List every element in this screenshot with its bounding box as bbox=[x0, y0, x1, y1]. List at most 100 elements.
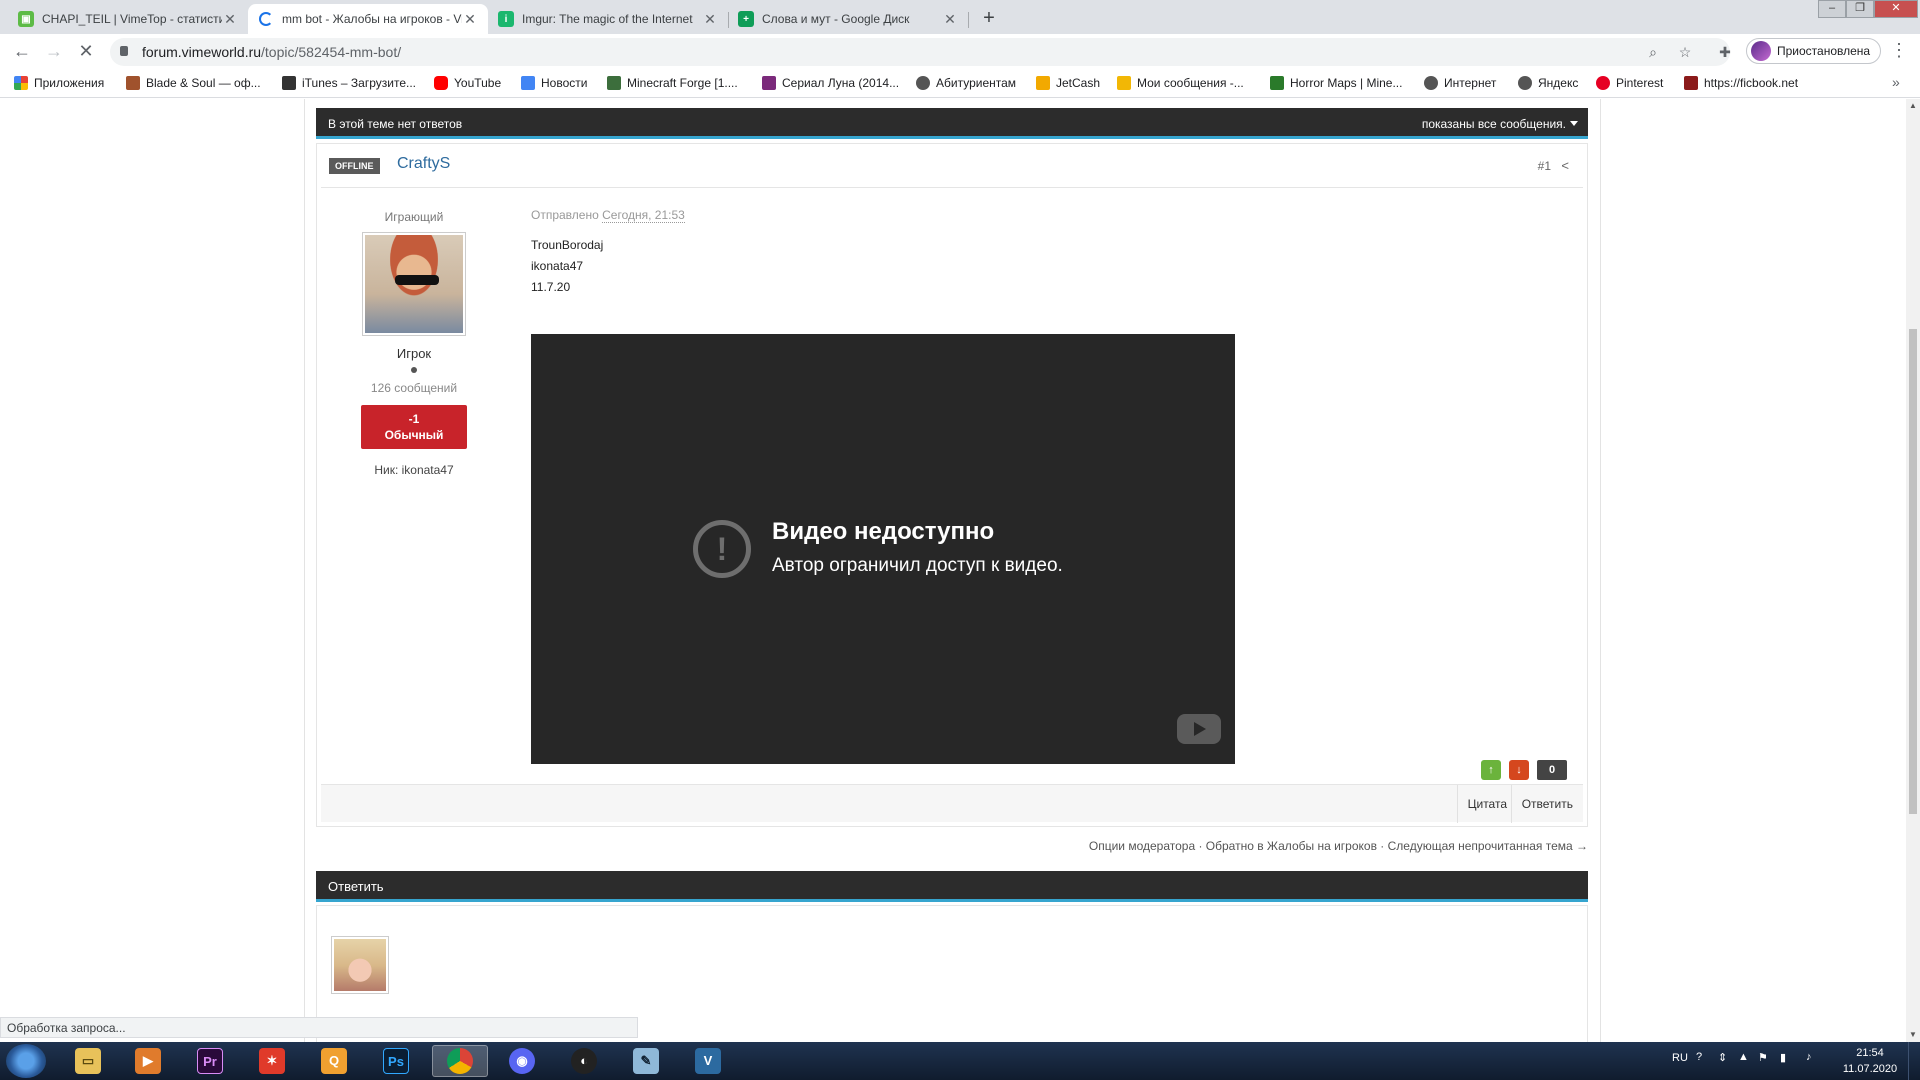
bookmark-youtube[interactable]: YouTube bbox=[434, 76, 501, 90]
tray-arrows-icon[interactable]: ⇕ bbox=[1718, 1051, 1727, 1064]
help-icon[interactable]: ? bbox=[1696, 1051, 1702, 1063]
quill-icon bbox=[1684, 76, 1698, 90]
system-clock[interactable]: 21:54 11.07.2020 bbox=[1838, 1045, 1902, 1077]
youtube-logo-icon[interactable] bbox=[1177, 714, 1221, 744]
close-window-button[interactable]: ✕ bbox=[1874, 0, 1918, 18]
more-bookmarks-icon[interactable]: » bbox=[1892, 74, 1900, 90]
bookmark-abiturientam[interactable]: Абитуриентам bbox=[916, 76, 1016, 90]
bookmark-internet[interactable]: Интернет bbox=[1424, 76, 1496, 90]
close-tab-icon[interactable]: ✕ bbox=[462, 11, 478, 28]
taskbar-obs[interactable]: ◐ bbox=[556, 1045, 612, 1077]
post-line: ikonata47 bbox=[531, 259, 584, 273]
bookmark-label: Horror Maps | Mine... bbox=[1290, 76, 1403, 90]
bookmark-news[interactable]: Новости bbox=[521, 76, 587, 90]
bookmark-star-icon[interactable]: ☆ bbox=[1676, 43, 1694, 61]
folder-icon: ▭ bbox=[75, 1048, 101, 1074]
bookmark-yandex[interactable]: Яндекс bbox=[1518, 76, 1578, 90]
profile-button[interactable]: Приостановлена bbox=[1746, 38, 1882, 64]
scroll-down-arrow-icon[interactable]: ▼ bbox=[1906, 1028, 1920, 1042]
author-avatar[interactable] bbox=[362, 232, 466, 336]
forward-arrow-icon[interactable]: → bbox=[42, 40, 66, 64]
taskbar-media-player[interactable]: ▶ bbox=[120, 1045, 176, 1077]
topic-no-replies-label: В этой теме нет ответов bbox=[328, 117, 463, 131]
volume-icon[interactable]: ♪ bbox=[1806, 1051, 1812, 1063]
taskbar-explorer[interactable]: ▭ bbox=[60, 1045, 116, 1077]
user-nick: Ник: ikonata47 bbox=[374, 463, 454, 477]
quote-button[interactable]: Цитата bbox=[1456, 785, 1517, 823]
taskbar-notes[interactable]: ✎ bbox=[618, 1045, 674, 1077]
bookmark-horror-maps[interactable]: Horror Maps | Mine... bbox=[1270, 76, 1402, 90]
close-tab-icon[interactable]: ✕ bbox=[222, 11, 238, 28]
network-icon[interactable]: ▮ bbox=[1780, 1051, 1786, 1064]
messages-icon bbox=[1117, 76, 1131, 90]
bookmark-serial-luna[interactable]: Сериал Луна (2014... bbox=[762, 76, 899, 90]
bookmark-minecraft-forge[interactable]: Minecraft Forge [1.... bbox=[607, 76, 738, 90]
tab-google-drive[interactable]: + Слова и мут - Google Диск ✕ bbox=[728, 4, 969, 34]
bookmark-pinterest[interactable]: Pinterest bbox=[1596, 76, 1663, 90]
post-rating: ↑ ↓ 0 bbox=[1481, 760, 1567, 780]
globe-icon bbox=[916, 76, 930, 90]
page-scrollbar[interactable]: ▲ ▼ bbox=[1906, 99, 1920, 1042]
bookmark-jetcash[interactable]: JetCash bbox=[1036, 76, 1100, 90]
tab-label: mm bot - Жалобы на игроков - VimeWorld bbox=[282, 12, 462, 26]
windows-taskbar: ▭ ▶ Pr ✶ Q Ps ◉ ◐ ✎ V RU ? ⇕ ▲ ⚑ ▮ ♪ 21:… bbox=[0, 1042, 1920, 1080]
bookmark-label: Pinterest bbox=[1616, 76, 1664, 90]
bookmark-my-messages[interactable]: Мои сообщения -... bbox=[1117, 76, 1244, 90]
show-desktop-button[interactable] bbox=[1908, 1042, 1920, 1080]
zoom-icon[interactable]: ⌕ bbox=[1644, 43, 1662, 61]
group-pip-icon bbox=[411, 367, 417, 373]
minimize-window-button[interactable]: – bbox=[1818, 0, 1846, 18]
back-arrow-icon[interactable]: ← bbox=[10, 40, 34, 64]
taskbar-photoshop[interactable]: Ps bbox=[368, 1045, 424, 1077]
bookmark-apps[interactable]: Приложения bbox=[14, 76, 104, 90]
bookmark-label: Новости bbox=[541, 76, 588, 90]
bookmark-ficbook[interactable]: https://ficbook.net bbox=[1684, 76, 1798, 90]
bookmark-blade-and-soul[interactable]: Blade & Soul — оф... bbox=[126, 76, 261, 90]
taskbar-app-red[interactable]: ✶ bbox=[244, 1045, 300, 1077]
tab-vimetop[interactable]: ▣ CHAPI_TEIL | VimeTop - статистика ✕ bbox=[8, 4, 249, 34]
taskbar-search-app[interactable]: Q bbox=[306, 1045, 362, 1077]
reply-header-bar: Ответить bbox=[316, 871, 1588, 902]
reputation-badge: -1 Обычный bbox=[361, 405, 467, 449]
bookmark-label: JetCash bbox=[1056, 76, 1101, 90]
moderator-links[interactable]: Опции модератора · Обратно в Жалобы на и… bbox=[1089, 839, 1588, 853]
bookmark-itunes[interactable]: iTunes – Загрузите... bbox=[282, 76, 416, 90]
bookmark-label: Приложения bbox=[34, 76, 105, 90]
show-hidden-icons-icon[interactable]: ▲ bbox=[1738, 1051, 1749, 1063]
vote-down-icon[interactable]: ↓ bbox=[1509, 760, 1529, 780]
show-all-posts-filter[interactable]: показаны все сообщения. bbox=[1422, 117, 1566, 131]
share-icon[interactable]: < bbox=[1561, 158, 1569, 173]
embedded-video[interactable]: ! Видео недоступно Автор ограничил досту… bbox=[531, 334, 1235, 764]
taskbar-vimeworld[interactable]: V bbox=[680, 1045, 736, 1077]
vote-up-icon[interactable]: ↑ bbox=[1481, 760, 1501, 780]
taskbar-discord[interactable]: ◉ bbox=[494, 1045, 550, 1077]
scrollbar-thumb[interactable] bbox=[1909, 329, 1917, 814]
action-center-flag-icon[interactable]: ⚑ bbox=[1758, 1051, 1768, 1064]
browser-menu-icon[interactable]: ⋮ bbox=[1890, 40, 1908, 61]
tab-mm-bot[interactable]: mm bot - Жалобы на игроков - VimeWorld ✕ bbox=[248, 4, 488, 34]
reply-button[interactable]: Ответить bbox=[1510, 785, 1583, 823]
new-tab-button[interactable]: + bbox=[976, 6, 1002, 32]
post-text: TrounBorodaj ikonata47 11.7.20 bbox=[531, 235, 1251, 298]
imgur-icon: i bbox=[498, 11, 514, 27]
stop-loading-icon[interactable]: ✕ bbox=[74, 40, 98, 64]
post-number-link[interactable]: #1 bbox=[1538, 159, 1551, 173]
scroll-up-arrow-icon[interactable]: ▲ bbox=[1906, 99, 1920, 113]
tab-strip: ▣ CHAPI_TEIL | VimeTop - статистика ✕ mm… bbox=[0, 0, 1920, 34]
extensions-puzzle-icon[interactable]: ✚ bbox=[1716, 43, 1734, 61]
language-indicator[interactable]: RU bbox=[1672, 1052, 1688, 1064]
post-author-link[interactable]: CraftyS bbox=[397, 155, 450, 173]
taskbar-chrome[interactable] bbox=[432, 1045, 488, 1077]
close-tab-icon[interactable]: ✕ bbox=[702, 11, 718, 28]
bookmark-label: Blade & Soul — оф... bbox=[146, 76, 261, 90]
restore-window-button[interactable]: ❐ bbox=[1846, 0, 1874, 18]
close-tab-icon[interactable]: ✕ bbox=[942, 11, 958, 28]
address-bar[interactable]: forum.vimeworld.ru/topic/582454-mm-bot/ … bbox=[110, 38, 1730, 66]
taskbar-premiere[interactable]: Pr bbox=[182, 1045, 238, 1077]
reputation-label: Обычный bbox=[384, 428, 444, 442]
chevron-down-icon[interactable] bbox=[1570, 121, 1578, 126]
vimetop-icon: ▣ bbox=[18, 11, 34, 27]
windows-start-button[interactable] bbox=[6, 1044, 46, 1078]
bookmark-label: Абитуриентам bbox=[936, 76, 1017, 90]
tab-imgur[interactable]: i Imgur: The magic of the Internet ✕ bbox=[488, 4, 729, 34]
